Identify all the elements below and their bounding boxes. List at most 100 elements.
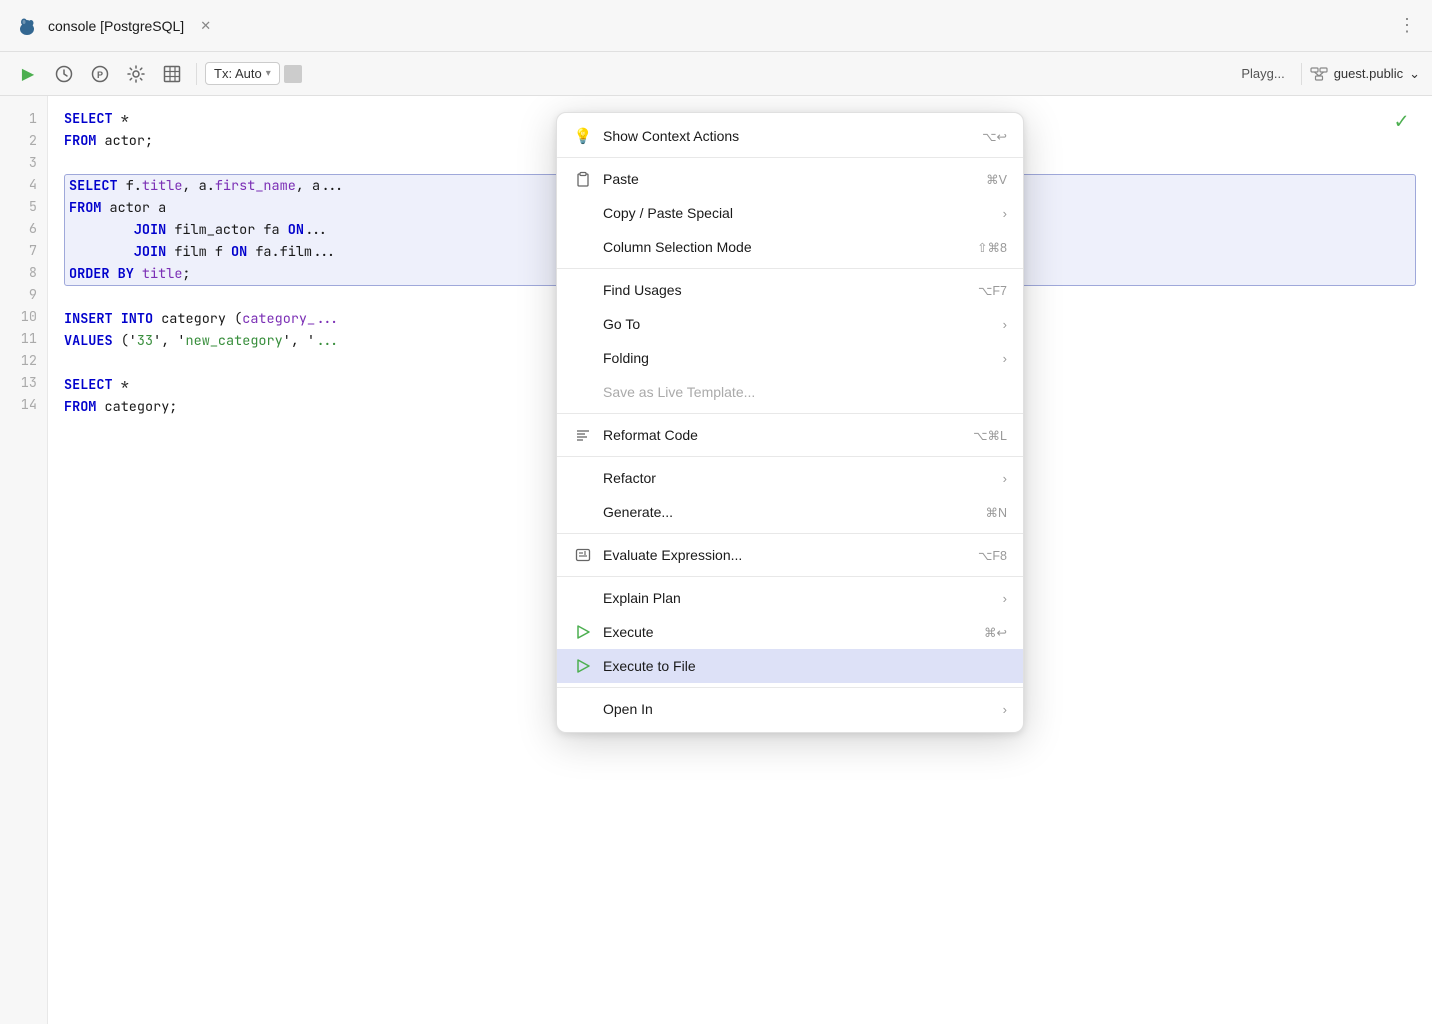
- execute-icon: [573, 622, 593, 642]
- menu-item-save-template: Save as Live Template...: [557, 375, 1023, 409]
- evaluate-shortcut: ⌥F8: [978, 548, 1007, 563]
- schema-selector[interactable]: guest.public ⌄: [1310, 66, 1420, 82]
- line-num-2: 2: [29, 130, 37, 152]
- open-in-label: Open In: [603, 701, 993, 717]
- execute-to-file-label: Execute to File: [603, 658, 1007, 674]
- menu-item-show-context[interactable]: 💡 Show Context Actions ⌥↩: [557, 119, 1023, 153]
- svg-text:P: P: [97, 70, 103, 80]
- go-to-label: Go To: [603, 316, 993, 332]
- line-num-6: 6: [29, 218, 37, 240]
- more-options-button[interactable]: ⋮: [1398, 15, 1416, 36]
- menu-item-explain-plan[interactable]: Explain Plan ›: [557, 581, 1023, 615]
- menu-divider-3: [557, 456, 1023, 457]
- line-num-10: 10: [21, 306, 37, 328]
- copy-paste-label: Copy / Paste Special: [603, 205, 993, 221]
- main-window: console [PostgreSQL] ✕ ⋮ ▶ P: [0, 0, 1432, 1024]
- table-button[interactable]: [156, 58, 188, 90]
- menu-item-go-to[interactable]: Go To ›: [557, 307, 1023, 341]
- save-template-label: Save as Live Template...: [603, 384, 1007, 400]
- paste-label: Paste: [603, 171, 976, 187]
- line-num-4: 4: [29, 174, 37, 196]
- menu-divider-4: [557, 533, 1023, 534]
- menu-divider-0: [557, 157, 1023, 158]
- toolbar-divider-1: [196, 63, 197, 85]
- title-bar: console [PostgreSQL] ✕ ⋮: [0, 0, 1432, 52]
- postgres-icon: [16, 15, 38, 37]
- go-to-arrow: ›: [1003, 317, 1007, 332]
- run-button[interactable]: ▶: [12, 58, 44, 90]
- generate-shortcut: ⌘N: [985, 505, 1007, 520]
- settings-button[interactable]: [120, 58, 152, 90]
- history-button[interactable]: [48, 58, 80, 90]
- tx-arrow: ▾: [266, 68, 271, 79]
- folding-arrow: ›: [1003, 351, 1007, 366]
- evaluate-icon: [573, 545, 593, 565]
- show-context-label: Show Context Actions: [603, 128, 972, 144]
- window-title: console [PostgreSQL]: [48, 18, 184, 34]
- close-tab-button[interactable]: ✕: [200, 18, 211, 34]
- menu-item-evaluate[interactable]: Evaluate Expression... ⌥F8: [557, 538, 1023, 572]
- clipboard-icon: [573, 169, 593, 189]
- line-num-9: 9: [29, 284, 37, 306]
- line-num-13: 13: [21, 372, 37, 394]
- menu-item-find-usages[interactable]: Find Usages ⌥F7: [557, 273, 1023, 307]
- execute-label: Execute: [603, 624, 974, 640]
- line-num-3: 3: [29, 152, 37, 174]
- menu-divider-5: [557, 576, 1023, 577]
- menu-item-copy-paste-special[interactable]: Copy / Paste Special ›: [557, 196, 1023, 230]
- menu-item-execute-to-file[interactable]: Execute to File: [557, 649, 1023, 683]
- reformat-icon: [573, 425, 593, 445]
- checkmark-indicator: ✓: [1395, 110, 1408, 132]
- schema-label: guest.public: [1334, 66, 1403, 81]
- menu-item-column-selection[interactable]: Column Selection Mode ⇧⌘8: [557, 230, 1023, 264]
- menu-divider-1: [557, 268, 1023, 269]
- menu-divider-6: [557, 687, 1023, 688]
- menu-item-reformat[interactable]: Reformat Code ⌥⌘L: [557, 418, 1023, 452]
- reformat-label: Reformat Code: [603, 427, 963, 443]
- line-num-1: 1: [29, 108, 37, 130]
- line-num-12: 12: [21, 350, 37, 372]
- menu-item-folding[interactable]: Folding ›: [557, 341, 1023, 375]
- tx-label: Tx: Auto: [214, 66, 262, 81]
- lightbulb-icon: 💡: [573, 126, 593, 146]
- toolbar-divider-2: [1301, 63, 1302, 85]
- line-num-8: 8: [29, 262, 37, 284]
- find-usages-shortcut: ⌥F7: [978, 283, 1007, 298]
- column-selection-label: Column Selection Mode: [603, 239, 967, 255]
- refactor-label: Refactor: [603, 470, 993, 486]
- line-num-11: 11: [21, 328, 37, 350]
- menu-item-paste[interactable]: Paste ⌘V: [557, 162, 1023, 196]
- show-context-shortcut: ⌥↩: [982, 129, 1007, 144]
- menu-divider-2: [557, 413, 1023, 414]
- paste-shortcut: ⌘V: [986, 172, 1007, 187]
- line-numbers: 1 2 3 4 5 6 7 8 9 10 11 12 13 14: [0, 96, 48, 1024]
- toolbar: ▶ P: [0, 52, 1432, 96]
- playground-label: Playg...: [1233, 62, 1292, 85]
- tx-dropdown[interactable]: Tx: Auto ▾: [205, 62, 280, 85]
- menu-item-execute[interactable]: Execute ⌘↩: [557, 615, 1023, 649]
- menu-item-refactor[interactable]: Refactor ›: [557, 461, 1023, 495]
- find-usages-label: Find Usages: [603, 282, 968, 298]
- evaluate-label: Evaluate Expression...: [603, 547, 968, 563]
- menu-item-open-in[interactable]: Open In ›: [557, 692, 1023, 726]
- menu-item-generate[interactable]: Generate... ⌘N: [557, 495, 1023, 529]
- explain-plan-arrow: ›: [1003, 591, 1007, 606]
- open-in-arrow: ›: [1003, 702, 1007, 717]
- stop-button[interactable]: [284, 65, 302, 83]
- line-num-5: 5: [29, 196, 37, 218]
- copy-paste-arrow: ›: [1003, 206, 1007, 221]
- generate-label: Generate...: [603, 504, 975, 520]
- profile-button[interactable]: P: [84, 58, 116, 90]
- explain-plan-label: Explain Plan: [603, 590, 993, 606]
- refactor-arrow: ›: [1003, 471, 1007, 486]
- execute-to-file-icon: [573, 656, 593, 676]
- column-selection-shortcut: ⇧⌘8: [977, 240, 1007, 255]
- context-menu: 💡 Show Context Actions ⌥↩ Paste ⌘V Copy …: [556, 112, 1024, 733]
- schema-arrow: ⌄: [1409, 66, 1420, 82]
- editor-area: 1 2 3 4 5 6 7 8 9 10 11 12 13 14 SELECT …: [0, 96, 1432, 1024]
- execute-shortcut: ⌘↩: [984, 625, 1007, 640]
- line-num-7: 7: [29, 240, 37, 262]
- line-num-14: 14: [21, 394, 37, 416]
- folding-label: Folding: [603, 350, 993, 366]
- reformat-shortcut: ⌥⌘L: [973, 428, 1007, 443]
